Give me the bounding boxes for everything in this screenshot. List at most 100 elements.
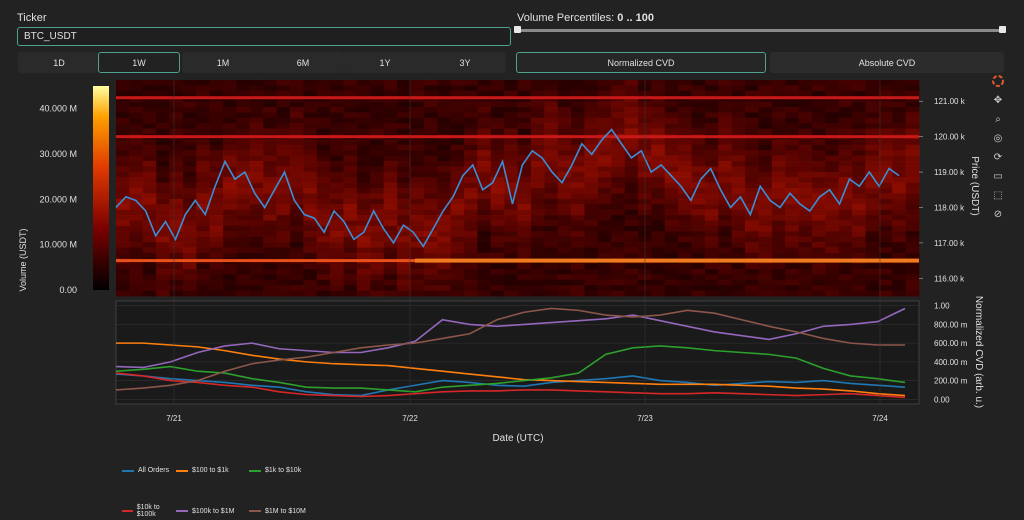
heatmap-cell bbox=[611, 182, 626, 189]
heatmap-cell bbox=[116, 80, 130, 86]
heatmap-cell bbox=[571, 101, 585, 108]
heatmap-cell bbox=[182, 225, 197, 232]
heatmap-cell bbox=[477, 171, 492, 178]
heatmap-cell bbox=[223, 231, 237, 238]
heatmap-cell bbox=[731, 139, 746, 146]
legend-item[interactable]: All Orders bbox=[122, 467, 176, 474]
heatmap-cell bbox=[905, 101, 920, 108]
heatmap-cell bbox=[624, 112, 639, 119]
heatmap-cell bbox=[236, 198, 251, 205]
heatmap-cell bbox=[557, 242, 572, 248]
heatmap-cell bbox=[691, 85, 706, 92]
heatmap-cell bbox=[557, 188, 572, 194]
heatmap-cell bbox=[169, 204, 184, 211]
legend-item[interactable]: $1k to $10k bbox=[249, 467, 323, 474]
heatmap-cell bbox=[383, 128, 398, 135]
heatmap-cell bbox=[878, 231, 893, 238]
heatmap-cell bbox=[182, 290, 197, 297]
heatmap-cell bbox=[651, 117, 666, 124]
heatmap-cell bbox=[825, 155, 840, 162]
heatmap-cell bbox=[530, 225, 545, 232]
heatmap-cell bbox=[852, 128, 866, 135]
heatmap-cell bbox=[811, 139, 826, 146]
heatmap-cell bbox=[490, 269, 505, 275]
heatmap-cell bbox=[303, 117, 318, 124]
heatmap-cell bbox=[450, 166, 465, 173]
heatmap-cell bbox=[463, 252, 478, 259]
heatmap-cell bbox=[811, 290, 826, 297]
heatmap-cell bbox=[490, 279, 505, 286]
heatmap-cell bbox=[129, 128, 144, 135]
heatmap-cell bbox=[490, 101, 505, 108]
heatmap-cell bbox=[116, 161, 130, 167]
heatmap-cell bbox=[758, 144, 773, 151]
heatmap-cell bbox=[383, 290, 398, 297]
heatmap-cell bbox=[544, 123, 559, 130]
heatmap-cell bbox=[263, 161, 278, 167]
heatmap-cell bbox=[330, 198, 345, 205]
heatmap-cell bbox=[878, 269, 893, 275]
heatmap-cell bbox=[316, 236, 331, 243]
heatmap-cell bbox=[370, 85, 385, 92]
heatmap-cell bbox=[463, 225, 478, 232]
heatmap-cell bbox=[731, 166, 746, 173]
heatmap-cell bbox=[892, 263, 907, 270]
heatmap-cell bbox=[718, 117, 733, 124]
heatmap-cell bbox=[303, 290, 318, 297]
heatmap-cell bbox=[129, 209, 144, 216]
heatmap-cell bbox=[463, 80, 478, 86]
heatmap-cell bbox=[116, 85, 130, 92]
heatmap-cell bbox=[557, 215, 572, 221]
heatmap-cell bbox=[611, 209, 626, 216]
heatmap-cell bbox=[624, 193, 639, 200]
heatmap-cell bbox=[651, 85, 666, 92]
heatmap-cell bbox=[423, 285, 438, 292]
heatmap-cell bbox=[263, 85, 278, 92]
heatmap-cell bbox=[356, 198, 371, 205]
heatmap-cell bbox=[356, 139, 371, 146]
heatmap-cell bbox=[905, 225, 920, 232]
heatmap-cell bbox=[704, 225, 719, 232]
heatmap-cell bbox=[745, 198, 759, 205]
heatmap-cell bbox=[597, 188, 612, 194]
legend-item[interactable]: $100k to $1M bbox=[176, 504, 249, 518]
legend-item[interactable]: $100 to $1k bbox=[176, 467, 249, 474]
heatmap-cell bbox=[704, 274, 719, 281]
heatmap-cell bbox=[785, 117, 800, 124]
heatmap-cell bbox=[490, 123, 505, 130]
heatmap-cell bbox=[289, 166, 304, 173]
heatmap-cell bbox=[571, 80, 585, 86]
heatmap-cell bbox=[624, 107, 639, 113]
heatmap-cell bbox=[651, 220, 666, 227]
heatmap-cell bbox=[343, 198, 358, 205]
heatmap-cell bbox=[116, 150, 130, 157]
heatmap-cell bbox=[745, 247, 759, 254]
heatmap-cell bbox=[223, 193, 237, 200]
heatmap-cell bbox=[664, 198, 679, 205]
legend-item[interactable]: $10k to $100k bbox=[122, 504, 176, 518]
heatmap-cell bbox=[905, 123, 920, 130]
heatmap-cell bbox=[490, 204, 505, 211]
heatmap-cell bbox=[223, 279, 237, 286]
heatmap-cell bbox=[745, 117, 759, 124]
cvd-axis-label: Normalized CVD (arb. u.) bbox=[973, 296, 984, 408]
heatmap-cell bbox=[664, 150, 679, 157]
heatmap-cell bbox=[878, 220, 893, 227]
legend-item[interactable]: $1M to $10M bbox=[249, 504, 323, 518]
heatmap-cell bbox=[276, 101, 291, 108]
heatmap-cell bbox=[905, 144, 920, 151]
heatmap-cell bbox=[303, 139, 318, 146]
heatmap-cell bbox=[731, 171, 746, 178]
heatmap-cell bbox=[865, 166, 880, 173]
heatmap-cell bbox=[892, 161, 907, 167]
heatmap-cell bbox=[437, 85, 452, 92]
heatmap-cell bbox=[129, 166, 144, 173]
heatmap-cell bbox=[182, 150, 197, 157]
heatmap-cell bbox=[383, 85, 398, 92]
heatmap-cell bbox=[383, 177, 398, 184]
heatmap-cell bbox=[129, 80, 144, 86]
heatmap-cell bbox=[182, 188, 197, 194]
heatmap-cell bbox=[316, 279, 331, 286]
heatmap-cell bbox=[691, 204, 706, 211]
heatmap-cell bbox=[571, 220, 585, 227]
